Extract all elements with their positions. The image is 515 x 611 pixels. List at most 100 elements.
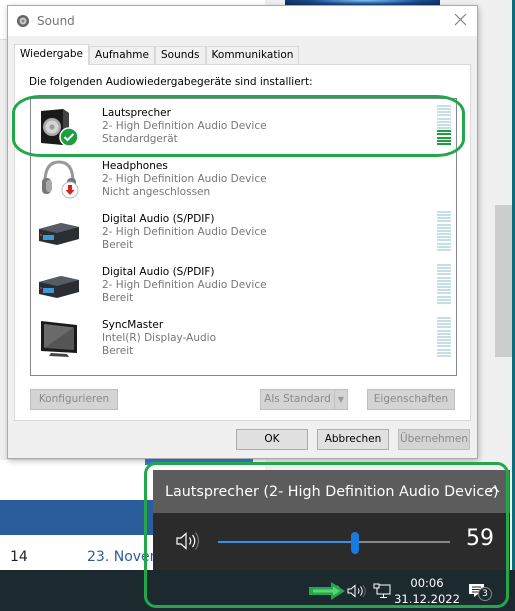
meter-segment (437, 108, 451, 111)
meter-segment (437, 354, 451, 357)
meter-segment (437, 117, 451, 120)
tab-kommunikation[interactable]: Kommunikation (205, 46, 300, 64)
default-check-icon (59, 127, 79, 147)
meter-segment (437, 248, 451, 251)
level-meter (437, 105, 451, 145)
device-name: Digital Audio (S/PDIF) (102, 266, 215, 278)
close-icon (454, 13, 467, 26)
network-icon (373, 583, 391, 598)
device-item-digital-audio-2[interactable]: Digital Audio (S/PDIF) 2- High Definitio… (31, 258, 456, 311)
meter-segment (437, 267, 451, 270)
volume-slider[interactable] (218, 532, 450, 554)
meter-segment (437, 339, 451, 342)
sound-app-icon (17, 15, 29, 27)
meter-segment (437, 226, 451, 229)
meter-segment (437, 214, 451, 217)
set-default-label: Als Standard (264, 393, 331, 405)
tab-aufnahme[interactable]: Aufnahme (89, 46, 155, 64)
device-name: Lautsprecher (102, 107, 171, 119)
headphones-icon (37, 158, 81, 200)
speaker-volume-icon (347, 583, 366, 598)
dialog-title: Sound (37, 14, 75, 28)
set-default-button[interactable]: Als Standard ▼ (260, 389, 348, 410)
device-name: SyncMaster (102, 319, 164, 331)
device-item-headphones[interactable]: Headphones 2- High Definition Audio Devi… (31, 152, 456, 205)
meter-segment (437, 282, 451, 285)
dropdown-arrow-icon[interactable]: ▼ (334, 390, 347, 409)
taskbar-clock[interactable]: 00:06 31.12.2022 (394, 570, 460, 611)
meter-segment (437, 139, 451, 142)
device-name: Headphones (102, 160, 168, 172)
meter-segment (437, 211, 451, 213)
meter-segment (437, 326, 451, 329)
digital-audio-receiver-icon (37, 264, 81, 306)
meter-segment (437, 236, 451, 239)
meter-segment (437, 239, 451, 242)
meter-segment (437, 229, 451, 232)
device-name: Digital Audio (S/PDIF) (102, 213, 215, 225)
configure-button[interactable]: Konfigurieren (30, 389, 118, 410)
meter-segment (437, 217, 451, 220)
flyout-device-selector[interactable]: Lautsprecher (2- High Definition Audio D… (153, 470, 510, 513)
meter-segment (437, 273, 451, 276)
meter-segment (437, 351, 451, 354)
meter-segment (437, 133, 451, 136)
device-status: Standardgerät (102, 133, 178, 145)
device-list: Lautsprecher 2- High Definition Audio De… (30, 98, 457, 376)
meter-segment (437, 120, 451, 123)
close-button[interactable] (454, 11, 467, 31)
meter-segment (437, 295, 451, 298)
meter-segment (437, 320, 451, 323)
meter-segment (437, 223, 451, 226)
device-driver: 2- High Definition Audio Device (102, 173, 267, 185)
meter-segment (437, 242, 451, 245)
properties-button[interactable]: Eigenschaften (367, 389, 455, 410)
dialog-titlebar[interactable]: Sound (8, 6, 477, 36)
mute-toggle-button[interactable] (175, 531, 201, 554)
background-row-date[interactable]: 23. Noven (87, 549, 159, 565)
tray-volume-button[interactable] (347, 570, 367, 611)
tab-bar: Wiedergabe Aufnahme Sounds Kommunikation (14, 44, 300, 65)
level-meter (437, 317, 451, 357)
meter-segment (437, 111, 451, 114)
device-item-syncmaster[interactable]: SyncMaster Intel(R) Display-Audio Bereit (31, 311, 456, 364)
flyout-device-label: Lautsprecher (2- High Definition Audio D… (165, 483, 499, 500)
meter-segment (437, 270, 451, 273)
speaker-volume-icon (176, 532, 200, 550)
apply-button[interactable]: Übernehmen (398, 429, 470, 450)
device-driver: 2- High Definition Audio Device (102, 226, 267, 238)
notification-count-badge: 3 (478, 587, 492, 601)
tray-network-button[interactable] (373, 570, 391, 611)
device-status: Bereit (102, 345, 134, 357)
device-item-lautsprecher[interactable]: Lautsprecher 2- High Definition Audio De… (31, 99, 456, 152)
meter-segment (437, 114, 451, 117)
device-item-digital-audio-1[interactable]: Digital Audio (S/PDIF) 2- High Definitio… (31, 205, 456, 258)
device-driver: Intel(R) Display-Audio (102, 332, 216, 344)
meter-segment (437, 136, 451, 139)
unplugged-arrow-icon (61, 181, 79, 199)
meter-segment (437, 286, 451, 289)
tab-wiedergabe[interactable]: Wiedergabe (14, 44, 90, 65)
action-center-button[interactable]: 3 (468, 570, 492, 611)
tab-sounds[interactable]: Sounds (154, 46, 206, 64)
meter-segment (437, 332, 451, 335)
meter-segment (437, 279, 451, 282)
device-driver: 2- High Definition Audio Device (102, 120, 267, 132)
ok-button[interactable]: OK (236, 429, 308, 450)
meter-segment (437, 289, 451, 292)
meter-segment (437, 123, 451, 126)
show-hidden-icons-button[interactable]: ^ (333, 570, 341, 611)
clock-date: 31.12.2022 (394, 591, 460, 606)
cancel-button[interactable]: Abbrechen (317, 429, 389, 450)
meter-segment (437, 130, 451, 133)
device-status: Bereit (102, 292, 134, 304)
volume-flyout: Lautsprecher (2- High Definition Audio D… (153, 470, 510, 570)
speaker-icon (37, 105, 81, 147)
meter-segment (437, 329, 451, 332)
chevron-up-icon[interactable] (488, 482, 500, 496)
background-scrollbar[interactable] (495, 205, 512, 357)
panel-instruction-label: Die folgenden Audiowiedergabegeräte sind… (29, 76, 313, 88)
chevron-up-icon: ^ (333, 585, 342, 596)
volume-slider-thumb[interactable] (350, 532, 359, 554)
clock-time: 00:06 (410, 575, 444, 590)
